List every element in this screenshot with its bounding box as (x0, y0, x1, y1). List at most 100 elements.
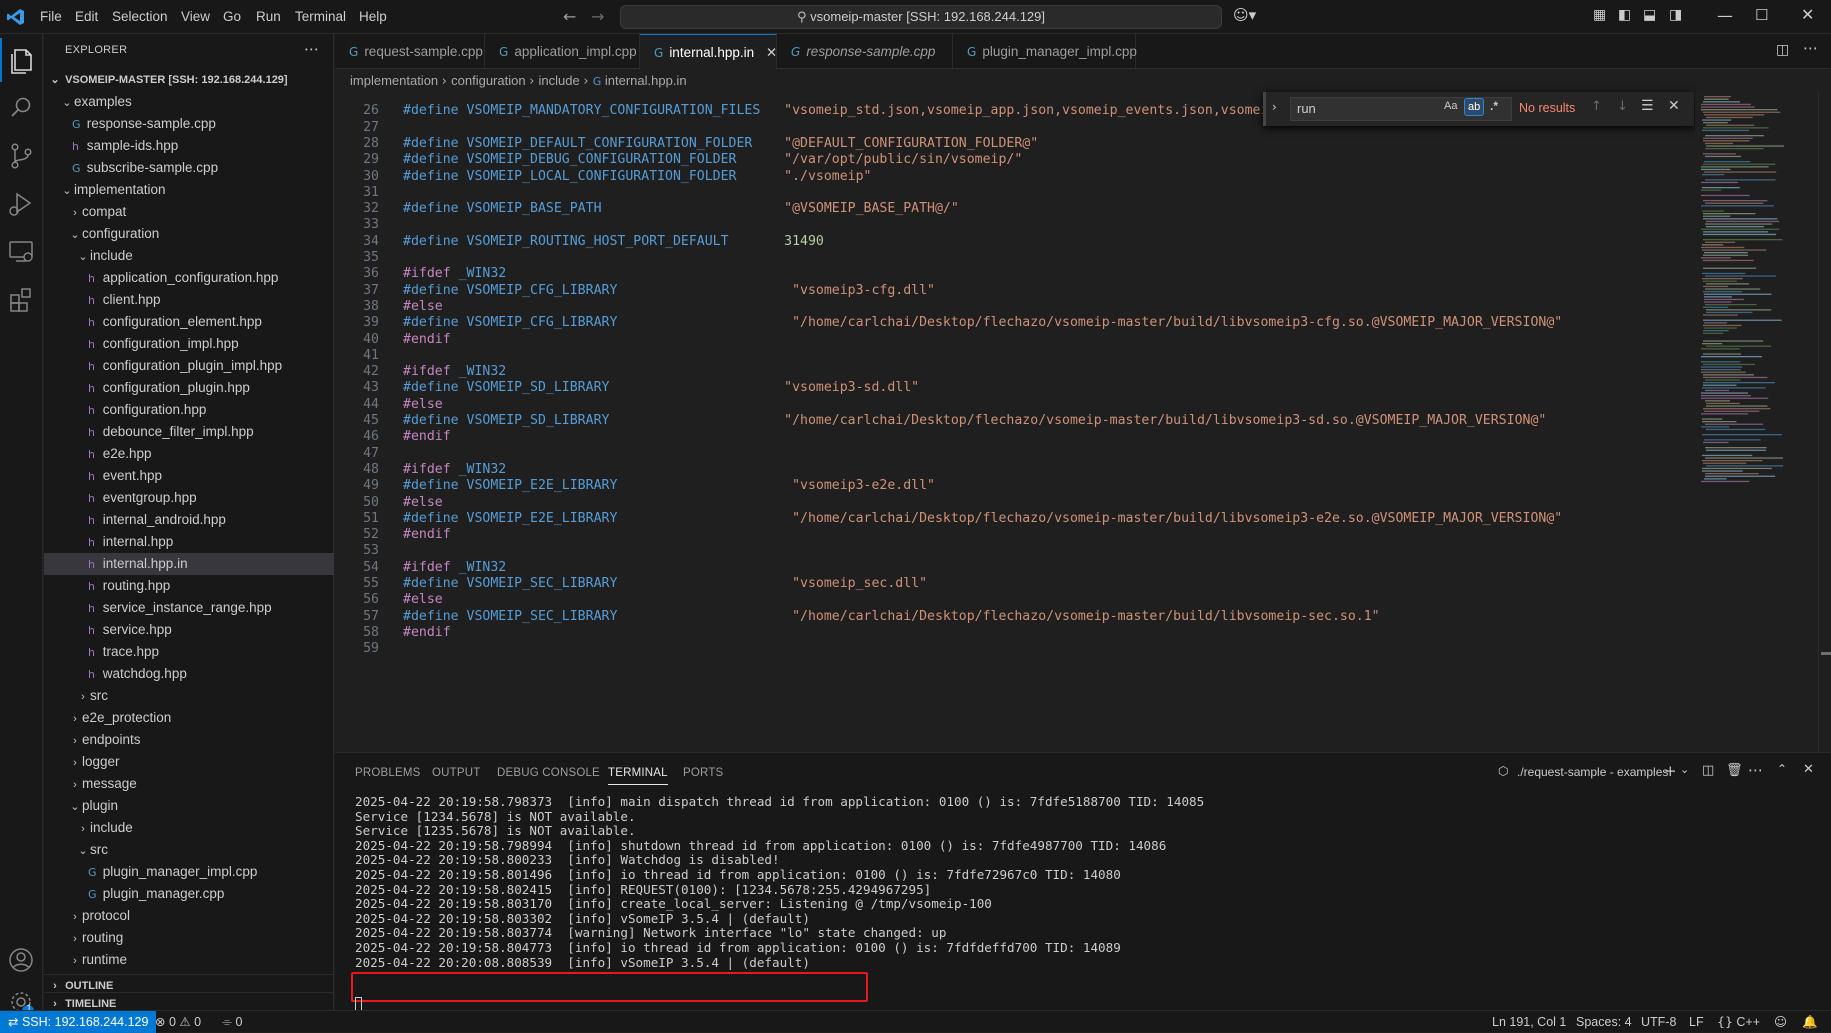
more-actions-icon[interactable]: ⋯ (1748, 761, 1763, 779)
tree-item[interactable]: › protocol (44, 905, 334, 927)
code-line[interactable]: #endif (403, 330, 451, 349)
menu-go[interactable]: Go (223, 0, 241, 34)
tree-item[interactable]: › src (44, 685, 334, 707)
code-line[interactable]: #endif (403, 525, 451, 544)
maximize-icon[interactable]: ☐ (1755, 6, 1768, 24)
menu-terminal[interactable]: Terminal (295, 0, 346, 34)
copilot-icon[interactable]: ☺▾ (1233, 6, 1256, 24)
tree-item[interactable]: h internal.hpp (44, 531, 334, 553)
tree-item[interactable]: h internal.hpp.in (44, 553, 334, 575)
minimap[interactable] (1695, 92, 1815, 752)
breadcrumb-item[interactable]: configuration (451, 73, 525, 88)
more-actions-icon[interactable]: ⋯ (1803, 39, 1818, 57)
tree-item[interactable]: h internal_android.hpp (44, 509, 334, 531)
close-panel-icon[interactable]: ✕ (1803, 762, 1814, 777)
code-line[interactable]: #define VSOMEIP_BASE_PATH "@VSOMEIP_BASE… (403, 199, 959, 218)
tree-item[interactable]: h event.hpp (44, 465, 334, 487)
back-arrow-icon[interactable]: ← (563, 7, 576, 26)
regex-toggle[interactable]: .* (1490, 99, 1498, 113)
panel-tab-output[interactable]: OUTPUT (432, 761, 480, 785)
next-match-icon[interactable]: ↓ (1617, 99, 1628, 114)
code-line[interactable]: #define VSOMEIP_SEC_LIBRARY "vsomeip_sec… (403, 574, 927, 593)
language-mode[interactable]: {} C++ (1717, 1011, 1760, 1033)
toggle-panel-icon[interactable]: ⬓ (1643, 7, 1656, 23)
tree-item[interactable]: ⌄ examples (44, 91, 334, 113)
cursor-position[interactable]: Ln 191, Col 1 (1492, 1011, 1566, 1033)
code-line[interactable]: #define VSOMEIP_E2E_LIBRARY "/home/carlc… (403, 509, 1562, 528)
tab-request-sample[interactable]: Grequest-sample.cpp (335, 34, 485, 69)
tree-item[interactable]: G plugin_manager_impl.cpp (44, 861, 334, 883)
tree-item[interactable]: › message (44, 773, 334, 795)
tree-item[interactable]: ⌄ configuration (44, 223, 334, 245)
tree-item[interactable]: › e2e_protection (44, 707, 334, 729)
close-find-icon[interactable]: ✕ (1668, 98, 1680, 114)
tree-item[interactable]: › compat (44, 201, 334, 223)
tree-item[interactable]: h configuration_element.hpp (44, 311, 334, 333)
tree-item[interactable]: h trace.hpp (44, 641, 334, 663)
tree-item[interactable]: G response-sample.cpp (44, 113, 334, 135)
code-editor[interactable]: 26 #define VSOMEIP_MANDATORY_CONFIGURATIO… (335, 92, 1831, 752)
copilot-status-icon[interactable]: ☺ (1774, 1011, 1787, 1033)
problems-status[interactable]: ⊗ 0 ⚠ 0 (155, 1011, 201, 1033)
account-icon[interactable] (0, 938, 43, 982)
tree-item[interactable]: h application_configuration.hpp (44, 267, 334, 289)
previous-match-icon[interactable]: ↑ (1591, 99, 1602, 114)
tree-item[interactable]: h service_instance_range.hpp (44, 597, 334, 619)
tree-item[interactable]: ⌄ include (44, 245, 334, 267)
remote-indicator[interactable]: ⇄ SSH: 192.168.244.129 (0, 1011, 157, 1033)
run-debug-icon[interactable] (0, 182, 43, 226)
tree-item[interactable]: ⌄ src (44, 839, 334, 861)
scroll-thumb[interactable] (1821, 652, 1831, 655)
tree-item[interactable]: › endpoints (44, 729, 334, 751)
menu-file[interactable]: File (40, 0, 62, 34)
tree-item[interactable]: h watchdog.hpp (44, 663, 334, 685)
maximize-panel-icon[interactable]: ⌃ (1777, 762, 1787, 776)
terminal-name[interactable]: ./request-sample - examples (1517, 765, 1668, 779)
tab-response-sample[interactable]: Gresponse-sample.cpp (777, 34, 953, 69)
toggle-replace-icon[interactable]: › (1272, 100, 1277, 114)
tree-item[interactable]: h routing.hpp (44, 575, 334, 597)
panel-tab-terminal[interactable]: TERMINAL (608, 761, 668, 785)
tree-item[interactable]: G plugin_manager.cpp (44, 883, 334, 905)
code-line[interactable]: #define VSOMEIP_LOCAL_CONFIGURATION_FOLD… (403, 167, 871, 186)
notifications-bell-icon[interactable]: 🔔 (1802, 1011, 1818, 1033)
minimize-icon[interactable]: — (1717, 6, 1733, 25)
command-center[interactable]: ⚲ vsomeip-master [SSH: 192.168.244.129] (620, 5, 1222, 29)
code-line[interactable]: #define VSOMEIP_SEC_LIBRARY "/home/carlc… (403, 607, 1380, 626)
match-case-toggle[interactable]: Aa (1444, 100, 1457, 112)
source-control-icon[interactable] (0, 134, 43, 178)
code-line[interactable]: #define VSOMEIP_SD_LIBRARY "/home/carlch… (403, 411, 1546, 430)
tree-item[interactable]: h eventgroup.hpp (44, 487, 334, 509)
menu-selection[interactable]: Selection (112, 0, 168, 34)
whole-word-toggle[interactable]: ab (1464, 98, 1485, 116)
tree-item[interactable]: ⌄ plugin (44, 795, 334, 817)
code-line[interactable]: #endif (403, 427, 451, 446)
panel-tab-debug-console[interactable]: DEBUG CONSOLE (497, 761, 600, 785)
breadcrumb-item[interactable]: implementation (350, 73, 438, 88)
menu-view[interactable]: View (181, 0, 210, 34)
chevron-down-icon[interactable]: ⌄ (1680, 763, 1689, 776)
more-actions-icon[interactable]: ⋯ (304, 40, 319, 58)
menu-run[interactable]: Run (256, 0, 281, 34)
code-line[interactable]: #define VSOMEIP_SD_LIBRARY "vsomeip3-sd.… (403, 378, 919, 397)
toggle-secondary-sidebar-icon[interactable]: ◨ (1669, 7, 1682, 23)
tab-plugin-manager-impl[interactable]: Gplugin_manager_impl.cpp (953, 34, 1137, 69)
code-line[interactable]: #define VSOMEIP_ROUTING_HOST_PORT_DEFAUL… (403, 232, 824, 251)
explorer-icon[interactable] (0, 38, 43, 82)
code-line[interactable]: #define VSOMEIP_CFG_LIBRARY "vsomeip3-cf… (403, 281, 935, 300)
find-in-selection-icon[interactable]: ☰ (1641, 98, 1654, 114)
split-terminal-icon[interactable]: ◫ (1702, 763, 1714, 778)
kill-terminal-icon[interactable]: 🗑 (1726, 763, 1743, 778)
menu-edit[interactable]: Edit (75, 0, 98, 34)
tree-item[interactable]: h configuration_plugin.hpp (44, 377, 334, 399)
tree-item[interactable]: › runtime (44, 949, 334, 971)
panel-tab-problems[interactable]: PROBLEMS (355, 761, 421, 785)
panel-tab-ports[interactable]: PORTS (683, 761, 723, 785)
tree-item[interactable]: h configuration_impl.hpp (44, 333, 334, 355)
tree-item[interactable]: h configuration_plugin_impl.hpp (44, 355, 334, 377)
toggle-sidebar-icon[interactable]: ◧ (1618, 7, 1631, 23)
code-line[interactable]: #define VSOMEIP_CFG_LIBRARY "/home/carlc… (403, 313, 1562, 332)
tab-internal-hpp-in[interactable]: Ginternal.hpp.in ✕ (640, 34, 777, 69)
tree-item[interactable]: h configuration.hpp (44, 399, 334, 421)
end-of-line[interactable]: LF (1689, 1011, 1704, 1033)
